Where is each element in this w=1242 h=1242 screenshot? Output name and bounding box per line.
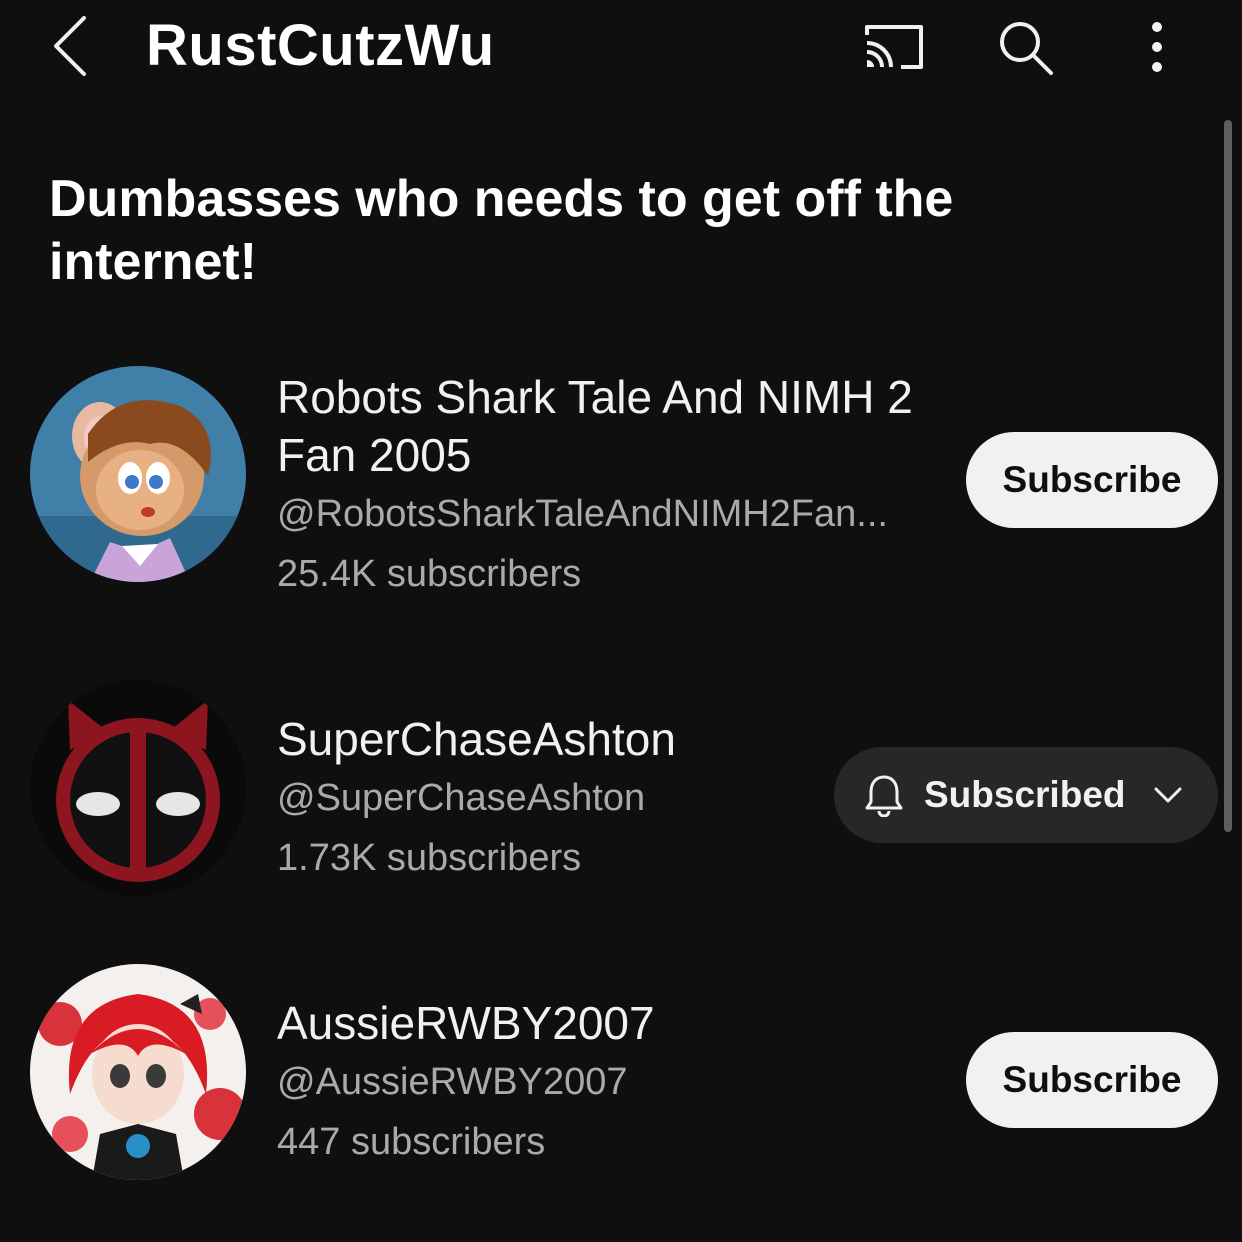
channel-row[interactable]: AussieRWBY2007 @AussieRWBY2007 447 subsc… bbox=[0, 964, 1224, 1180]
avatar-image bbox=[30, 964, 246, 1180]
page-title: RustCutzWu bbox=[146, 13, 495, 78]
channel-row[interactable]: SuperChaseAshton @SuperChaseAshton 1.73K… bbox=[0, 680, 1224, 896]
back-button[interactable] bbox=[44, 12, 100, 80]
subscribe-button[interactable]: Subscribe bbox=[966, 1032, 1218, 1128]
channel-row[interactable]: Robots Shark Tale And NIMH 2 Fan 2005 @R… bbox=[0, 366, 1224, 606]
top-app-bar: RustCutzWu bbox=[0, 0, 1242, 100]
channel-avatar[interactable] bbox=[30, 680, 246, 896]
more-options-button[interactable] bbox=[1122, 14, 1192, 80]
channel-name: Robots Shark Tale And NIMH 2 Fan 2005 bbox=[277, 371, 913, 481]
subscriber-count: 25.4K subscribers bbox=[277, 553, 582, 595]
channel-info: AussieRWBY2007 @AussieRWBY2007 447 subsc… bbox=[277, 994, 937, 1172]
channel-name: AussieRWBY2007 bbox=[277, 997, 655, 1049]
channel-handle: @SuperChaseAshton bbox=[277, 777, 646, 819]
subscribe-button[interactable]: Subscribe bbox=[966, 432, 1218, 528]
cast-button[interactable] bbox=[858, 14, 928, 80]
subscriber-count: 447 subscribers bbox=[277, 1121, 546, 1163]
channel-avatar[interactable] bbox=[30, 964, 246, 1180]
section-title: Dumbasses who needs to get off the inter… bbox=[49, 170, 954, 291]
subscriber-count: 1.73K subscribers bbox=[277, 837, 582, 879]
subscribed-button[interactable]: Subscribed bbox=[834, 747, 1218, 843]
channel-info: Robots Shark Tale And NIMH 2 Fan 2005 @R… bbox=[277, 368, 937, 604]
channel-handle: @RobotsSharkTaleAndNIMH2Fan... bbox=[277, 493, 888, 535]
channel-avatar[interactable] bbox=[30, 366, 246, 582]
channel-handle: @AussieRWBY2007 bbox=[277, 1061, 628, 1103]
search-icon bbox=[1000, 22, 1053, 75]
avatar-image bbox=[30, 366, 246, 582]
avatar-image bbox=[30, 680, 246, 896]
bell-icon bbox=[864, 773, 904, 817]
subscribed-label: Subscribed bbox=[924, 774, 1126, 815]
channel-list-screen: RustCutzWu Dumbasses who needs to get of… bbox=[0, 0, 1242, 1242]
cast-icon bbox=[865, 25, 923, 69]
channel-name: SuperChaseAshton bbox=[277, 713, 676, 765]
chevron-left-icon bbox=[54, 16, 86, 76]
scrollbar[interactable] bbox=[1224, 120, 1232, 832]
chevron-down-icon bbox=[1152, 779, 1184, 811]
search-button[interactable] bbox=[990, 14, 1060, 80]
more-vertical-icon bbox=[1152, 22, 1162, 72]
